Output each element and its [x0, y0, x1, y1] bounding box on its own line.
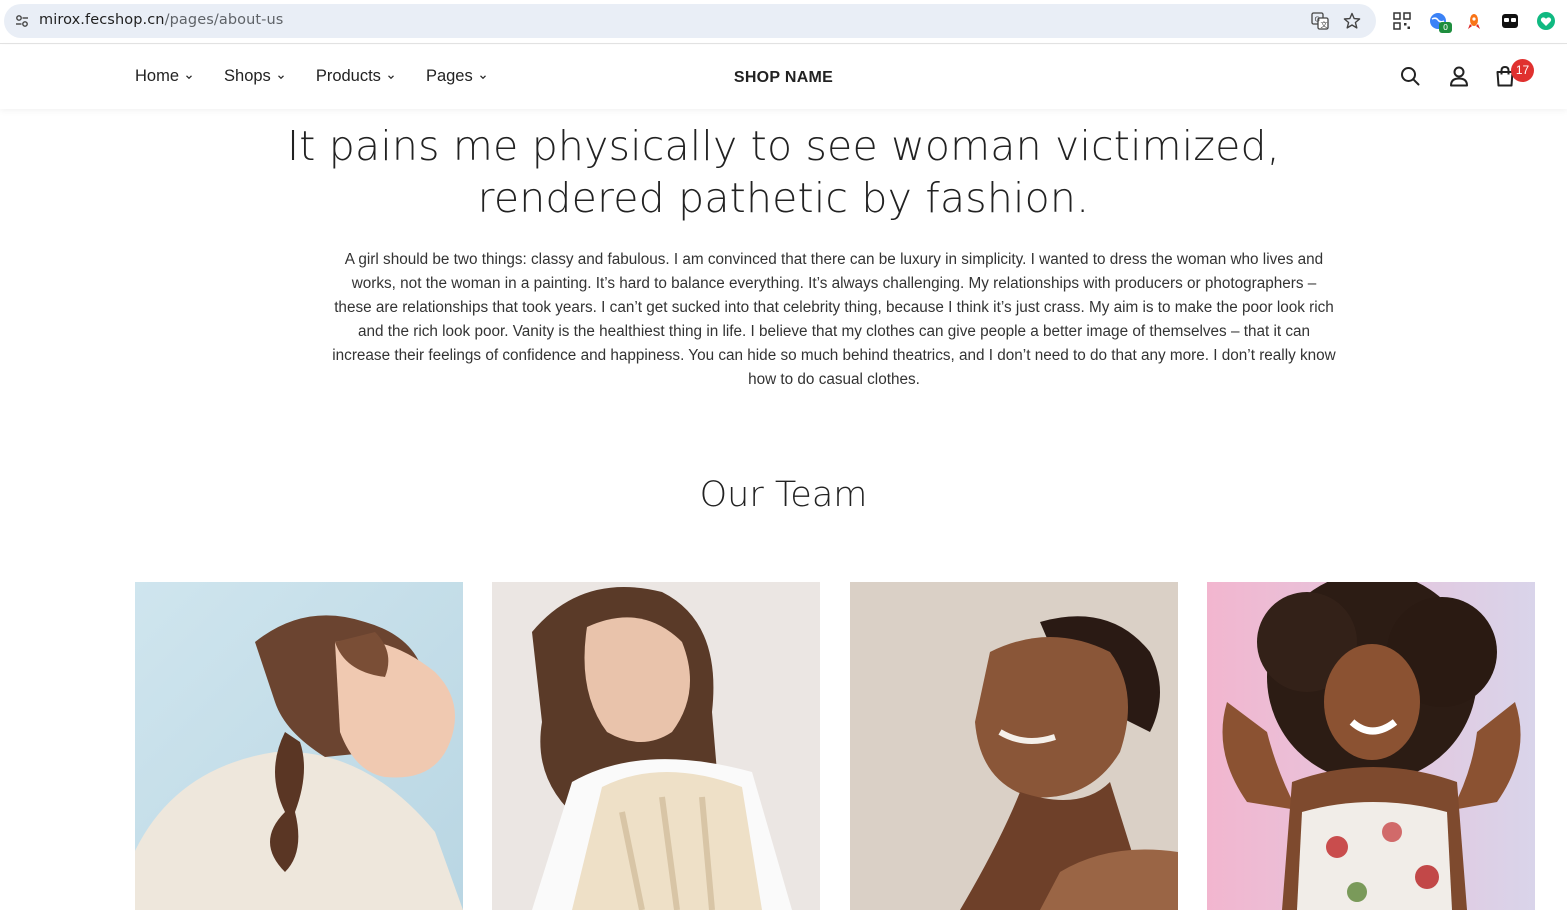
nav-label: Shops: [224, 67, 271, 85]
site-header: Home Shops Products Pages SHOP NAME 17: [0, 45, 1567, 109]
chevron-down-icon: [479, 74, 486, 79]
svg-text:文: 文: [1321, 20, 1328, 29]
woman-short-hair-smiling-image: [850, 582, 1178, 910]
url-path: /pages/about-us: [164, 12, 284, 28]
qr-code-icon[interactable]: [1392, 11, 1412, 31]
about-body-text: A girl should be two things: classy and …: [332, 251, 1336, 388]
woman-curly-hair-dancing-image: [1207, 582, 1535, 910]
heart-extension-icon[interactable]: [1536, 11, 1556, 31]
bookmark-star-icon[interactable]: [1343, 12, 1361, 30]
address-bar[interactable]: mirox.fecshop.cn/pages/about-us G 文: [4, 4, 1376, 38]
nav-item-products[interactable]: Products: [316, 67, 395, 86]
nav-label: Home: [135, 67, 180, 85]
search-icon[interactable]: [1399, 65, 1421, 87]
site-info-icon[interactable]: [14, 13, 30, 29]
team-member-photo-4[interactable]: [1207, 582, 1535, 910]
team-section-title: Our Team: [699, 475, 868, 515]
nav-label: Products: [315, 67, 381, 85]
chevron-down-icon: [388, 74, 394, 79]
about-headline: It pains me physically to see woman vict…: [0, 120, 1567, 224]
nav-item-home[interactable]: Home: [135, 67, 193, 86]
account-icon[interactable]: [1448, 65, 1470, 87]
chevron-down-icon: [186, 74, 192, 79]
woman-knit-vest-image: [492, 582, 820, 910]
svg-text:G: G: [1315, 16, 1320, 24]
browser-toolbar: mirox.fecshop.cn/pages/about-us G 文 0: [0, 0, 1567, 44]
team-member-photo-2[interactable]: [492, 582, 820, 910]
cart-count-badge: 17: [1511, 59, 1534, 82]
chevron-down-icon: [277, 74, 284, 79]
team-grid: [135, 582, 1535, 910]
woman-ponytail-profile-image: [135, 582, 463, 910]
headline-line-1: It pains me physically to see woman vict…: [286, 122, 1281, 170]
team-member-photo-3[interactable]: [850, 582, 1178, 910]
team-member-photo-1[interactable]: [135, 582, 463, 910]
translate-icon[interactable]: G 文: [1311, 12, 1329, 30]
url-host: mirox.fecshop.cn: [39, 12, 165, 28]
nav-label: Pages: [425, 67, 473, 85]
mask-extension-icon[interactable]: [1500, 11, 1520, 31]
extension-badge: 0: [1439, 22, 1452, 33]
headline-line-2: rendered pathetic by fashion.: [477, 174, 1090, 222]
rocket-extension-icon[interactable]: [1464, 11, 1484, 31]
nav-item-pages[interactable]: Pages: [426, 67, 487, 86]
nav-item-shops[interactable]: Shops: [224, 67, 285, 86]
shop-logo[interactable]: SHOP NAME: [734, 69, 833, 86]
url-text[interactable]: mirox.fecshop.cn/pages/about-us: [39, 12, 283, 28]
main-nav: Home Shops Products Pages: [135, 67, 518, 86]
